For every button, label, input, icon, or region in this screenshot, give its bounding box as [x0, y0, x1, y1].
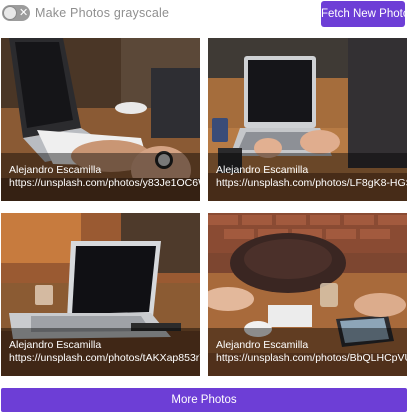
fetch-new-photos-button[interactable]: Fetch New Photos! — [321, 1, 408, 27]
photo-author: Alejandro Escamilla — [216, 339, 309, 351]
more-photos-button[interactable]: More Photos — [1, 388, 407, 412]
photo-caption: Alejandro Escamilla https://unsplash.com… — [208, 153, 407, 201]
grayscale-toggle[interactable]: ✕ — [2, 5, 30, 21]
photo-url[interactable]: https://unsplash.com/photos/BbQLHCpVUqA — [216, 352, 407, 365]
photo-author: Alejandro Escamilla — [216, 164, 309, 176]
x-icon: ✕ — [19, 6, 29, 19]
photo-card[interactable]: Alejandro Escamilla https://unsplash.com… — [208, 213, 407, 376]
grayscale-label: Make Photos grayscale — [35, 6, 170, 20]
photo-card[interactable]: Alejandro Escamilla https://unsplash.com… — [208, 38, 407, 201]
photo-url[interactable]: https://unsplash.com/photos/y83Je1OC6Wc — [9, 177, 200, 190]
photo-caption: Alejandro Escamilla https://unsplash.com… — [208, 328, 407, 376]
photo-card[interactable]: Alejandro Escamilla https://unsplash.com… — [1, 213, 200, 376]
photo-author: Alejandro Escamilla — [9, 339, 102, 351]
photo-url[interactable]: https://unsplash.com/photos/tAKXap853rY — [9, 352, 200, 365]
photo-url[interactable]: https://unsplash.com/photos/LF8gK8-HGSg — [216, 177, 407, 190]
photo-author: Alejandro Escamilla — [9, 164, 102, 176]
photo-caption: Alejandro Escamilla https://unsplash.com… — [1, 328, 200, 376]
photo-caption: Alejandro Escamilla https://unsplash.com… — [1, 153, 200, 201]
toggle-knob — [3, 6, 17, 20]
photo-card[interactable]: Alejandro Escamilla https://unsplash.com… — [1, 38, 200, 201]
toolbar: ✕ Make Photos grayscale Fetch New Photos… — [0, 0, 408, 30]
